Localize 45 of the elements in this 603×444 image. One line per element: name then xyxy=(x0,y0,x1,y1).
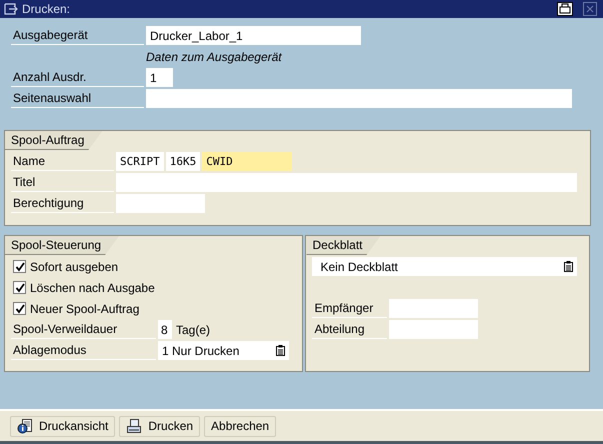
clipboard-icon[interactable] xyxy=(564,261,574,272)
field-label: Titel xyxy=(11,173,114,192)
checkbox-label: Löschen nach Ausgabe xyxy=(30,280,155,294)
field-label: Spool-Verweildauer xyxy=(11,320,156,339)
input-field[interactable] xyxy=(389,299,478,318)
input-field[interactable] xyxy=(116,194,205,213)
dropdown-field[interactable]: Kein Deckblatt xyxy=(312,257,578,276)
checkbox[interactable] xyxy=(13,302,26,315)
window-icon xyxy=(4,3,18,15)
field-label: Name xyxy=(11,152,114,171)
printer-icon[interactable] xyxy=(557,2,573,16)
input-field[interactable]: CWID xyxy=(202,152,292,171)
input-field[interactable] xyxy=(389,320,478,339)
window-title: Drucken: xyxy=(22,2,72,16)
document-info-icon xyxy=(17,418,33,434)
field-label: Abteilung xyxy=(312,320,388,339)
field-label: Anzahl Ausdr. xyxy=(11,68,144,87)
hint-text: Daten zum Ausgabegerät xyxy=(145,50,282,64)
input-field[interactable] xyxy=(146,89,572,108)
field-label: Ablagemodus xyxy=(11,341,156,360)
unit-label: Tag(e) xyxy=(175,322,210,336)
dropdown-field[interactable]: 1 Nur Drucken xyxy=(158,341,289,360)
printer-icon xyxy=(126,418,142,434)
checkbox-label: Sofort ausgeben xyxy=(30,260,118,274)
field-label: Ausgabegerät xyxy=(11,26,144,45)
checkbox[interactable] xyxy=(13,281,26,294)
print-preview-button[interactable]: Druckansicht xyxy=(10,416,116,436)
cancel-button[interactable]: Abbrechen xyxy=(204,416,276,436)
print-button[interactable]: Drucken xyxy=(119,416,200,436)
close-icon[interactable] xyxy=(583,2,597,16)
input-field[interactable] xyxy=(116,173,577,192)
group-title: Spool-Auftrag xyxy=(5,131,102,150)
clipboard-icon[interactable] xyxy=(276,345,285,356)
input-field[interactable]: 1 xyxy=(146,68,173,87)
group-title: Deckblatt xyxy=(306,236,381,255)
group-title: Spool-Steuerung xyxy=(5,236,120,255)
input-field[interactable]: 8 xyxy=(158,320,172,339)
input-field[interactable]: 16K5 xyxy=(166,152,200,171)
input-field[interactable]: SCRIPT xyxy=(116,152,164,171)
input-field[interactable]: Drucker_Labor_1 xyxy=(146,26,361,45)
checkbox-label: Neuer Spool-Auftrag xyxy=(30,302,140,316)
checkbox[interactable] xyxy=(13,260,26,273)
field-label: Seitenauswahl xyxy=(11,89,144,108)
field-label: Empfänger xyxy=(312,299,388,318)
field-label: Berechtigung xyxy=(11,194,114,213)
